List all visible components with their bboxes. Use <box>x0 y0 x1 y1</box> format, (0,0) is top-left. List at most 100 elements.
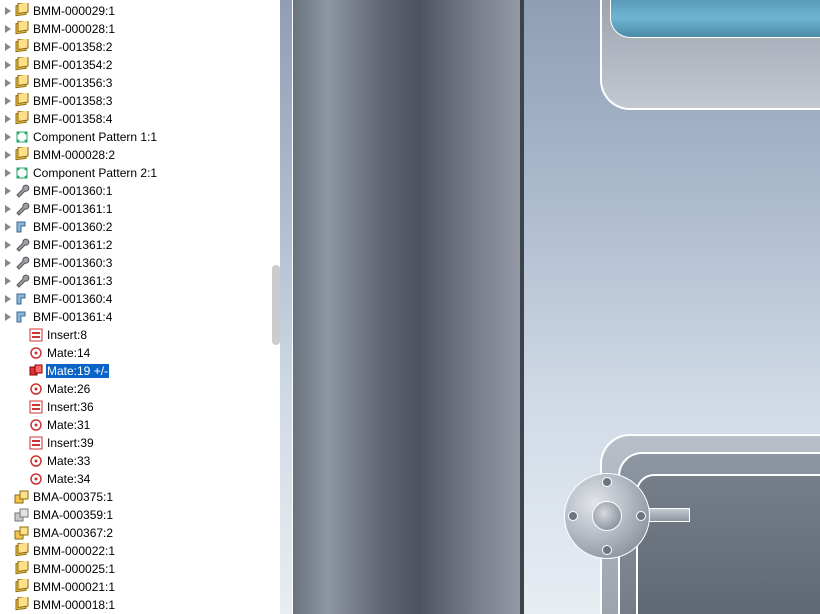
expand-icon[interactable] <box>2 257 14 269</box>
expand-icon[interactable] <box>2 23 14 35</box>
tree-row[interactable]: BMM-000021:1 <box>2 578 280 596</box>
tree-row[interactable]: BMA-000367:2 <box>2 524 280 542</box>
tree-row[interactable]: Mate:34 <box>2 470 280 488</box>
tree-item-label[interactable]: BMM-000022:1 <box>32 544 116 558</box>
tree-item-label[interactable]: BMF-001361:3 <box>32 274 113 288</box>
tree-item-label[interactable]: BMA-000367:2 <box>32 526 114 540</box>
tree-row[interactable]: Mate:26 <box>2 380 280 398</box>
expand-icon[interactable] <box>2 311 14 323</box>
tree-item-label[interactable]: BMF-001354:2 <box>32 58 113 72</box>
tree-row[interactable]: BMF-001360:1 <box>2 182 280 200</box>
tree-item-label[interactable]: BMF-001361:4 <box>32 310 113 324</box>
tree-item-label[interactable]: Mate:33 <box>46 454 91 468</box>
expand-icon[interactable] <box>2 113 14 125</box>
expand-icon[interactable] <box>2 95 14 107</box>
tree-row[interactable]: BMF-001354:2 <box>2 56 280 74</box>
insert-icon <box>28 435 44 451</box>
tree-row[interactable]: Mate:19 +/- <box>2 362 280 380</box>
expand-icon[interactable] <box>2 131 14 143</box>
tree-item-label[interactable]: BMF-001358:3 <box>32 94 113 108</box>
tree-item-label[interactable]: BMF-001361:1 <box>32 202 113 216</box>
tree-row[interactable]: Insert:39 <box>2 434 280 452</box>
expand-icon[interactable] <box>2 167 14 179</box>
tree-row[interactable]: BMM-000018:1 <box>2 596 280 614</box>
pattern-icon <box>14 165 30 181</box>
tree-row[interactable]: BMF-001361:3 <box>2 272 280 290</box>
tree-row[interactable]: BMM-000028:1 <box>2 20 280 38</box>
expand-icon[interactable] <box>2 185 14 197</box>
tree-row[interactable]: BMM-000025:1 <box>2 560 280 578</box>
tree-row[interactable]: BMF-001360:4 <box>2 290 280 308</box>
expand-icon[interactable] <box>2 293 14 305</box>
tree-row[interactable]: Component Pattern 2:1 <box>2 164 280 182</box>
tree-item-label[interactable]: BMF-001361:2 <box>32 238 113 252</box>
tree-item-label[interactable]: BMM-000025:1 <box>32 562 116 576</box>
tree-item-label[interactable]: Component Pattern 2:1 <box>32 166 158 180</box>
tree-item-label[interactable]: BMF-001360:4 <box>32 292 113 306</box>
part-yellow-icon <box>14 21 30 37</box>
tree-row[interactable]: Insert:36 <box>2 398 280 416</box>
tree-row[interactable]: Mate:33 <box>2 452 280 470</box>
tree-item-label[interactable]: Insert:39 <box>46 436 95 450</box>
tree-item-label[interactable]: BMM-000021:1 <box>32 580 116 594</box>
tree-row[interactable]: Mate:14 <box>2 344 280 362</box>
expand-icon[interactable] <box>2 275 14 287</box>
expand-icon[interactable] <box>2 59 14 71</box>
tree-row[interactable]: BMF-001358:3 <box>2 92 280 110</box>
tree-item-label[interactable]: BMM-000018:1 <box>32 598 116 612</box>
tree-item-label[interactable]: BMM-000029:1 <box>32 4 116 18</box>
tree-row[interactable]: BMF-001360:2 <box>2 218 280 236</box>
tree-item-label[interactable]: BMF-001360:3 <box>32 256 113 270</box>
wrench-icon <box>14 237 30 253</box>
tree-item-label[interactable]: Mate:14 <box>46 346 91 360</box>
tree-row[interactable]: BMM-000029:1 <box>2 2 280 20</box>
tree-item-label[interactable]: BMF-001360:1 <box>32 184 113 198</box>
part-yellow-icon <box>14 111 30 127</box>
tree-item-label[interactable]: Insert:36 <box>46 400 95 414</box>
model-tree[interactable]: BMM-000029:1 BMM-000028:1 BMF-001358:2 BMF-… <box>0 0 280 614</box>
part-yellow-icon <box>14 75 30 91</box>
3d-viewport[interactable] <box>280 0 820 614</box>
tree-item-label[interactable]: Component Pattern 1:1 <box>32 130 158 144</box>
tree-item-label[interactable]: Mate:31 <box>46 418 91 432</box>
tree-row[interactable]: BMF-001358:2 <box>2 38 280 56</box>
tree-item-label[interactable]: BMF-001356:3 <box>32 76 113 90</box>
mate-icon <box>28 471 44 487</box>
model-tree-panel[interactable]: BMM-000029:1 BMM-000028:1 BMF-001358:2 BMF-… <box>0 0 280 614</box>
expand-icon[interactable] <box>2 41 14 53</box>
tree-row[interactable]: Insert:8 <box>2 326 280 344</box>
tree-row[interactable]: BMF-001361:2 <box>2 236 280 254</box>
tree-item-label[interactable]: Mate:19 +/- <box>46 364 109 378</box>
tree-row[interactable]: Component Pattern 1:1 <box>2 128 280 146</box>
tree-row[interactable]: BMF-001358:4 <box>2 110 280 128</box>
scrollbar-thumb[interactable] <box>272 265 280 345</box>
tree-row[interactable]: BMM-000022:1 <box>2 542 280 560</box>
tree-row[interactable]: BMM-000028:2 <box>2 146 280 164</box>
mate-icon <box>28 453 44 469</box>
tree-row[interactable]: BMF-001361:4 <box>2 308 280 326</box>
expand-icon[interactable] <box>2 221 14 233</box>
tree-item-label[interactable]: BMF-001358:4 <box>32 112 113 126</box>
expand-icon[interactable] <box>2 149 14 161</box>
tree-row[interactable]: BMF-001360:3 <box>2 254 280 272</box>
tree-item-label[interactable]: Mate:34 <box>46 472 91 486</box>
expand-icon[interactable] <box>2 239 14 251</box>
tree-row[interactable]: BMF-001361:1 <box>2 200 280 218</box>
tree-row[interactable]: Mate:31 <box>2 416 280 434</box>
tree-item-label[interactable]: BMM-000028:1 <box>32 22 116 36</box>
tree-item-label[interactable]: BMF-001358:2 <box>32 40 113 54</box>
tree-item-label[interactable]: BMA-000375:1 <box>32 490 114 504</box>
expand-icon[interactable] <box>2 5 14 17</box>
model-bracket-top <box>600 0 820 110</box>
bracket-icon <box>14 291 30 307</box>
tree-row[interactable]: BMF-001356:3 <box>2 74 280 92</box>
tree-row[interactable]: BMA-000359:1 <box>2 506 280 524</box>
tree-item-label[interactable]: BMM-000028:2 <box>32 148 116 162</box>
tree-row[interactable]: BMA-000375:1 <box>2 488 280 506</box>
tree-item-label[interactable]: Insert:8 <box>46 328 88 342</box>
tree-item-label[interactable]: BMF-001360:2 <box>32 220 113 234</box>
tree-item-label[interactable]: Mate:26 <box>46 382 91 396</box>
expand-icon[interactable] <box>2 77 14 89</box>
expand-icon[interactable] <box>2 203 14 215</box>
tree-item-label[interactable]: BMA-000359:1 <box>32 508 114 522</box>
